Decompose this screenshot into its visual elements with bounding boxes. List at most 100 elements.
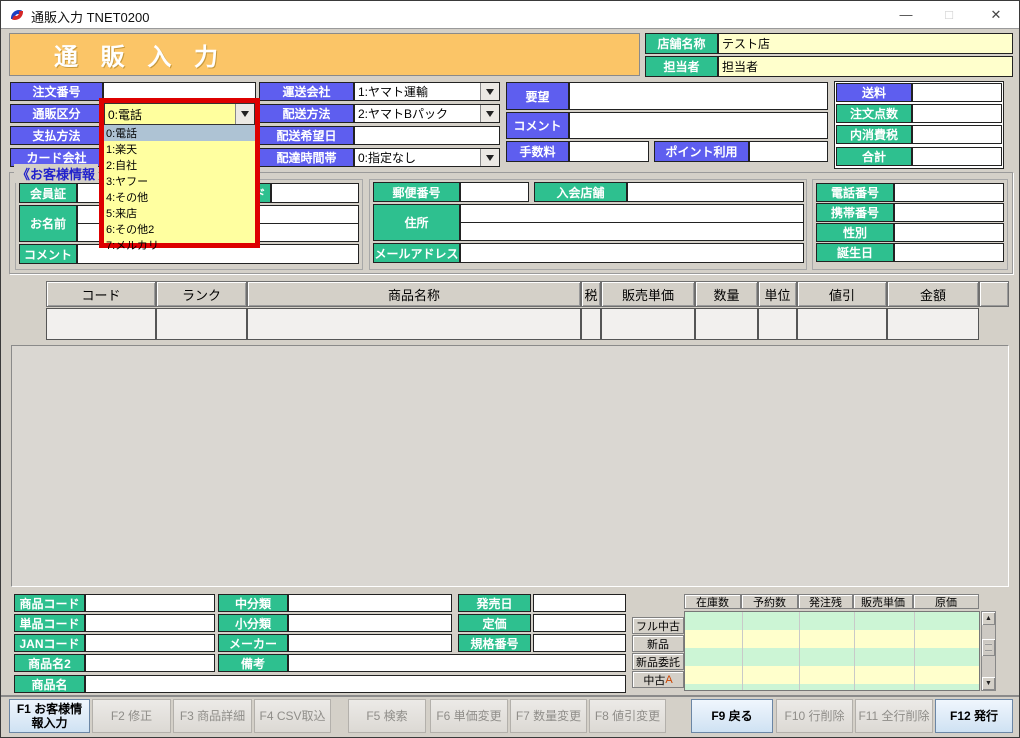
dropdown-option-mercari[interactable]: 7:メルカリ [104,237,255,253]
address-field-1[interactable] [460,204,804,223]
stock-header-unit-price: 販売単価 [853,594,913,609]
time-slot-combobox[interactable]: 0:指定なし [354,148,500,167]
dropdown-option-own-company[interactable]: 2:自社 [104,157,255,173]
phone-label: 電話番号 [816,183,894,202]
item-name2-field[interactable] [85,654,215,672]
f1-customer-entry-button[interactable]: F1 お客様情報入力 [9,699,90,733]
scroll-up-icon[interactable]: ▲ [982,612,995,625]
close-button[interactable]: ✕ [979,4,1013,25]
product-row-cell[interactable] [156,308,247,340]
column-header-code: コード [46,281,156,307]
channel-dropdown-button[interactable] [235,104,254,124]
f8-discount-change-button[interactable]: F8 値引変更 [589,699,666,733]
f11-all-row-delete-button[interactable]: F11 全行削除 [855,699,933,733]
store-name-field[interactable]: テスト店 [718,33,1013,54]
phone-field[interactable] [894,183,1004,202]
carrier-dropdown-button[interactable] [480,83,499,100]
join-store-field[interactable] [627,182,804,202]
comment-field[interactable] [569,112,828,139]
jan-code-field[interactable] [85,634,215,652]
f6-price-change-button[interactable]: F6 単価変更 [430,699,508,733]
f10-row-delete-button[interactable]: F10 行削除 [776,699,853,733]
request-field[interactable] [569,82,828,110]
carrier-combobox[interactable]: 1:ヤマト運輸 [354,82,500,101]
zip-field[interactable] [460,182,529,202]
product-row-cell[interactable] [797,308,887,340]
birthday-field[interactable] [894,243,1004,262]
product-row-cell[interactable] [46,308,156,340]
inner-tax-label: 内消費税 [836,125,912,144]
dropdown-option-other2[interactable]: 6:その他2 [104,221,255,237]
scrollbar-thumb[interactable] [982,639,995,656]
scroll-down-icon[interactable]: ▼ [982,677,995,690]
product-row-cell[interactable] [581,308,601,340]
customer-name-label: お名前 [19,205,77,242]
product-row-cell[interactable] [887,308,979,340]
dropdown-option-phone[interactable]: 0:電話 [104,125,255,141]
column-header-spacer [979,281,1009,307]
ship-method-dropdown-button[interactable] [480,105,499,122]
total-field[interactable] [912,147,1002,166]
product-row-cell[interactable] [758,308,797,340]
time-slot-dropdown-button[interactable] [480,149,499,166]
carrier-value: 1:ヤマト運輸 [355,83,480,100]
points-label: ポイント利用 [654,141,749,162]
stock-grid-row [685,666,979,684]
mid-class-field[interactable] [288,594,452,612]
stock-scrollbar[interactable]: ▲ ▼ [981,611,996,691]
staff-field[interactable]: 担当者 [718,56,1013,77]
list-price-field[interactable] [533,614,626,632]
f4-csv-import-button[interactable]: F4 CSV取込 [254,699,331,733]
channel-combobox[interactable]: 0:電話 [104,103,255,125]
ship-date-label: 配送希望日 [259,126,354,145]
total-label: 合計 [836,147,912,166]
f2-edit-button[interactable]: F2 修正 [92,699,171,733]
item-count-field[interactable] [912,104,1002,123]
item-code-field[interactable] [85,594,215,612]
note-field[interactable] [288,654,626,672]
chevron-down-icon [486,111,494,117]
stock-row-label-full-used: フル中古 [632,617,684,634]
customer-comment-label: コメント [19,244,77,264]
stock-grid-divider [914,612,915,690]
stock-header-reserved: 予約数 [741,594,798,609]
fee-field[interactable] [569,141,649,162]
mobile-field[interactable] [894,203,1004,222]
f5-search-button[interactable]: F5 検索 [348,699,426,733]
dropdown-option-yahoo[interactable]: 3:ヤフー [104,173,255,189]
ship-date-field[interactable] [354,126,500,145]
sub-class-label: 小分類 [218,614,288,632]
email-field[interactable] [460,243,804,263]
f12-issue-button[interactable]: F12 発行 [935,699,1013,733]
unit-code-field[interactable] [85,614,215,632]
product-row-cell[interactable] [695,308,758,340]
item-name-field[interactable] [85,675,626,693]
sub-class-field[interactable] [288,614,452,632]
product-row-cell[interactable] [601,308,695,340]
f7-qty-change-button[interactable]: F7 数量変更 [510,699,587,733]
maker-field[interactable] [288,634,452,652]
maximize-button[interactable]: □ [934,4,964,25]
item-name-label: 商品名 [14,675,85,693]
ship-method-combobox[interactable]: 2:ヤマトBパック [354,104,500,123]
shipping-field[interactable] [912,83,1002,102]
dropdown-option-visit[interactable]: 5:来店 [104,205,255,221]
stock-row-label-new-consign: 新品委託 [632,653,684,670]
channel-dropdown-highlight-box: 0:電話 0:電話 1:楽天 2:自社 3:ヤフー 4:その他 5:来店 6:そ… [99,98,260,248]
points-field[interactable] [749,141,828,162]
spec-no-field[interactable] [533,634,626,652]
dropdown-option-rakuten[interactable]: 1:楽天 [104,141,255,157]
app-icon [9,7,25,23]
release-date-field[interactable] [533,594,626,612]
minimize-button[interactable]: — [891,4,921,25]
member-card2-field[interactable] [271,183,359,203]
f3-item-detail-button[interactable]: F3 商品詳細 [173,699,252,733]
mobile-label: 携帯番号 [816,203,894,222]
address-field-2[interactable] [460,222,804,241]
f9-back-button[interactable]: F9 戻る [691,699,773,733]
inner-tax-field[interactable] [912,125,1002,144]
stock-row-label-used-a-accent: A [665,674,672,686]
dropdown-option-other[interactable]: 4:その他 [104,189,255,205]
gender-field[interactable] [894,223,1004,242]
product-row-cell[interactable] [247,308,581,340]
